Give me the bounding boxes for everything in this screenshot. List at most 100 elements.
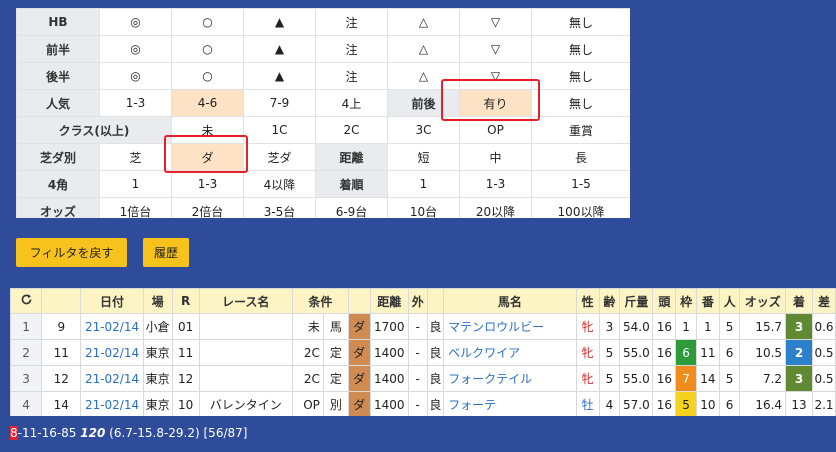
reload-button[interactable]: [10, 288, 43, 314]
filter-option[interactable]: 1-3: [171, 170, 244, 198]
filter-option[interactable]: 7-9: [243, 89, 316, 117]
filter-option[interactable]: ○: [171, 35, 244, 63]
filter-option[interactable]: 20以降: [459, 197, 532, 218]
col-header-distance[interactable]: 距離: [369, 288, 409, 314]
filter-option[interactable]: 無し: [531, 8, 630, 36]
filter-option[interactable]: 1-3: [459, 170, 532, 198]
col-header-place[interactable]: 場: [142, 288, 173, 314]
cell-horse-link[interactable]: フォークテイル: [443, 365, 577, 392]
cell-race-number: 11: [171, 339, 200, 366]
cell-horse-link[interactable]: マテンロウルビー: [443, 313, 577, 340]
cell-age: 4: [598, 391, 621, 416]
filter-option[interactable]: 無し: [531, 62, 630, 90]
cell-surface: ダ: [347, 365, 371, 392]
filter-option[interactable]: 芝ダ: [243, 143, 316, 171]
filter-option[interactable]: ▲: [243, 35, 316, 63]
status-score: 120: [80, 426, 106, 440]
table-row[interactable]: 3 12 21-02/14 東京 12 2C 定 ダ 1400 - 良 フォーク…: [10, 365, 836, 392]
filter-option[interactable]: ◎: [99, 35, 172, 63]
col-header-date[interactable]: 日付: [80, 288, 144, 314]
col-header-odds[interactable]: オッズ: [739, 288, 787, 314]
filter-option[interactable]: 1倍台: [99, 197, 172, 218]
filter-label-finish: 着順: [315, 170, 388, 198]
history-button[interactable]: 履歴: [143, 238, 189, 267]
col-header-heads[interactable]: 頭: [652, 288, 677, 314]
filter-option[interactable]: 無し: [531, 35, 630, 63]
filter-option[interactable]: 長: [531, 143, 630, 171]
filter-option[interactable]: △: [387, 35, 460, 63]
cell-outer: -: [407, 339, 428, 366]
reset-filter-button[interactable]: フィルタを戻す: [16, 238, 127, 267]
filter-label-hb: HB: [16, 8, 100, 36]
filter-option[interactable]: 1: [387, 170, 460, 198]
cell-distance: 1400: [369, 365, 409, 392]
col-header-weight[interactable]: 斤量: [619, 288, 654, 314]
cell-diff: 0.5: [812, 365, 836, 392]
filter-option[interactable]: 短: [387, 143, 460, 171]
col-header-finish[interactable]: 着: [785, 288, 813, 314]
filter-option[interactable]: 芝: [99, 143, 172, 171]
filter-option[interactable]: 1-5: [531, 170, 630, 198]
filter-option[interactable]: ▲: [243, 62, 316, 90]
filter-option[interactable]: ▽: [459, 35, 532, 63]
filter-option[interactable]: 注: [315, 35, 388, 63]
col-header-going[interactable]: [426, 288, 445, 314]
filter-option[interactable]: 6-9台: [315, 197, 388, 218]
filter-option[interactable]: 無し: [531, 89, 630, 117]
col-header-age[interactable]: 齢: [598, 288, 621, 314]
filter-option[interactable]: ◎: [99, 62, 172, 90]
filter-option[interactable]: 重賞: [531, 116, 630, 144]
filter-option[interactable]: ▽: [459, 8, 532, 36]
filter-option[interactable]: ◎: [99, 8, 172, 36]
col-header-gate[interactable]: 枠: [675, 288, 697, 314]
filter-option[interactable]: 1: [99, 170, 172, 198]
filter-option[interactable]: ○: [171, 62, 244, 90]
cell-date-link[interactable]: 21-02/14: [80, 391, 144, 416]
table-row[interactable]: 1 9 21-02/14 小倉 01 未 馬 ダ 1700 - 良 マテンロウル…: [10, 313, 836, 340]
filter-option[interactable]: 100以降: [531, 197, 630, 218]
col-header-condition[interactable]: 条件: [291, 288, 349, 314]
col-header-horse[interactable]: 馬名: [443, 288, 577, 314]
col-header-sex[interactable]: 性: [575, 288, 600, 314]
cell-horse-link[interactable]: フォーテ: [443, 391, 577, 416]
cell-place: 東京: [142, 365, 173, 392]
filter-option[interactable]: 注: [315, 8, 388, 36]
filter-option[interactable]: 1C: [243, 116, 316, 144]
filter-option[interactable]: 注: [315, 62, 388, 90]
col-header-race-name[interactable]: レース名: [198, 288, 293, 314]
cell-date-link[interactable]: 21-02/14: [80, 365, 144, 392]
col-header-number[interactable]: 番: [695, 288, 720, 314]
cell-heads: 16: [652, 313, 677, 340]
filter-option-selected[interactable]: 4-6: [171, 89, 244, 117]
filter-option[interactable]: 2倍台: [171, 197, 244, 218]
filter-option[interactable]: 1-3: [99, 89, 172, 117]
filter-option[interactable]: 4以降: [243, 170, 316, 198]
table-row[interactable]: 2 11 21-02/14 東京 11 2C 定 ダ 1400 - 良 ベルクワ…: [10, 339, 836, 366]
table-row[interactable]: 4 14 21-02/14 東京 10 バレンタイン OP 別 ダ 1400 -…: [10, 391, 836, 416]
col-header-surface[interactable]: [347, 288, 371, 314]
cell-age: 5: [598, 365, 621, 392]
filter-option[interactable]: ○: [171, 8, 244, 36]
cell-weight: 55.0: [619, 365, 654, 392]
col-header-no[interactable]: [41, 288, 82, 314]
filter-option[interactable]: 3-5台: [243, 197, 316, 218]
col-header-outer[interactable]: 外: [407, 288, 428, 314]
cell-date-link[interactable]: 21-02/14: [80, 313, 144, 340]
filter-option[interactable]: 10台: [387, 197, 460, 218]
filter-option[interactable]: △: [387, 8, 460, 36]
cell-surface: ダ: [347, 391, 371, 416]
filter-option[interactable]: ▲: [243, 8, 316, 36]
cell-weight: 55.0: [619, 339, 654, 366]
filter-option[interactable]: 2C: [315, 116, 388, 144]
cell-finish: 3: [785, 365, 813, 392]
cell-date-link[interactable]: 21-02/14: [80, 339, 144, 366]
cell-odds: 16.4: [739, 391, 787, 416]
cell-horse-link[interactable]: ベルクワイア: [443, 339, 577, 366]
col-header-diff[interactable]: 差: [812, 288, 836, 314]
filter-option[interactable]: 4上: [315, 89, 388, 117]
col-header-popularity[interactable]: 人: [718, 288, 741, 314]
col-header-race-number[interactable]: R: [171, 288, 200, 314]
cell-diff: 0.5: [812, 339, 836, 366]
filter-option[interactable]: 中: [459, 143, 532, 171]
cell-no: 9: [41, 313, 82, 340]
